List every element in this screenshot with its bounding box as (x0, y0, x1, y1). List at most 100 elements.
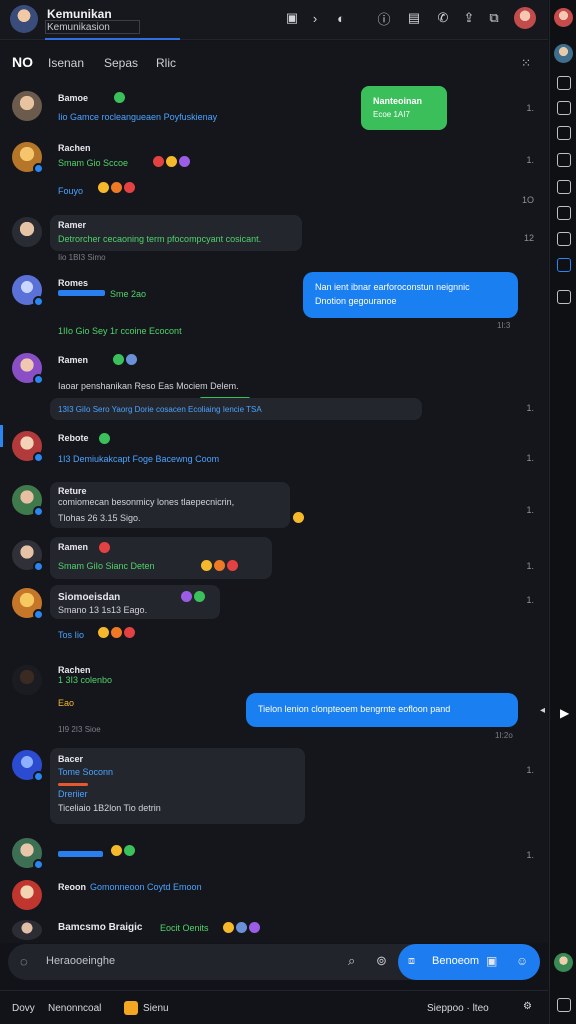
message-text: Tlohas 26 3.15 Sigo. (58, 513, 141, 523)
share-icon[interactable]: ⇪ (460, 9, 478, 27)
message-text: Eao (58, 698, 75, 708)
message-text: Smano 13 1s13 Eago. (58, 605, 148, 615)
bottom-right-label[interactable]: Sieppoo · lteo (427, 1003, 489, 1014)
window-icon[interactable]: ⧉ (485, 9, 503, 27)
scroll-arrow-icon[interactable]: ◂ (540, 705, 545, 716)
settings-icon[interactable]: ⚙ (523, 1001, 532, 1012)
sender-name: Ramen (58, 355, 89, 365)
expand-icon[interactable] (557, 290, 571, 304)
tab-rlic[interactable]: Rlic (156, 56, 176, 70)
app-icon[interactable] (124, 1001, 138, 1015)
reaction-icons[interactable] (112, 353, 138, 365)
bottom-mid2-label[interactable]: Sienu (143, 1003, 169, 1014)
reaction-icons[interactable] (97, 626, 136, 638)
chat-icon[interactable] (557, 998, 571, 1012)
reaction-icons[interactable] (180, 590, 206, 602)
info-icon[interactable]: ⓘ (375, 9, 393, 27)
sender-name: Reture (58, 486, 87, 496)
avatar[interactable] (12, 275, 44, 307)
sender-name: Siomoeisdan (58, 592, 121, 603)
message-count: 1. (526, 765, 534, 775)
message-meta: Iio 1BI3 Simo (58, 253, 106, 262)
avatar[interactable] (12, 920, 42, 940)
bottom-bar: Dovy Nenonncoal Sienu Sieppoo · lteo ⚙ (0, 990, 548, 1024)
avatar[interactable] (12, 485, 44, 517)
bottom-left-label[interactable]: Dovy (12, 1003, 35, 1014)
chat-area[interactable]: Bamoe Iio Gamce rocleangueaen Poyfuskien… (0, 85, 548, 943)
message-text: comiomecan besonmicy lones tlaepecnicrin… (58, 497, 235, 507)
attach-icon[interactable]: ⊚ (376, 953, 387, 969)
profile-avatar[interactable] (10, 5, 38, 33)
avatar[interactable] (554, 8, 573, 27)
send-button[interactable]: ⧈ Benoeom ▣ ☺ (398, 944, 540, 980)
message-count: 1. (526, 155, 534, 165)
mail-icon[interactable] (557, 258, 571, 272)
message-composer[interactable]: ◌ Heraooeinghe ⌕ ⊚ ⧈ Benoeom ▣ ☺ (8, 944, 540, 980)
image-icon[interactable] (557, 153, 571, 167)
avatar[interactable] (554, 953, 573, 972)
format-icon[interactable]: ⧈ (408, 955, 415, 968)
reaction-icons[interactable] (110, 844, 136, 856)
play-icon[interactable]: ▶ (560, 706, 569, 720)
progress-bar (58, 783, 88, 786)
message-text: 1IIo Gio Sey 1r ccoine Ecocont (58, 326, 182, 336)
selection-indicator (0, 425, 3, 447)
reaction-icons[interactable] (200, 559, 239, 571)
avatar[interactable] (12, 588, 44, 620)
message-count: 1. (526, 403, 534, 413)
outgoing-message[interactable]: Nan ient ibnar earforoconstun neignnic D… (303, 272, 518, 318)
outgoing-text: Nanteoinan (373, 96, 423, 106)
message-text: Iio Gamce rocleangueaen Poyfuskienay (58, 112, 218, 122)
avatar[interactable] (12, 353, 44, 385)
avatar[interactable] (12, 750, 44, 782)
avatar[interactable] (12, 838, 44, 870)
reaction-icons[interactable] (222, 921, 261, 933)
online-icon (114, 92, 125, 103)
outgoing-message[interactable]: Tielon lenion clonpteoem bengrnte eofloo… (246, 693, 518, 727)
message-count: 1. (526, 103, 534, 113)
tab-isenan[interactable]: Isenan (48, 56, 84, 70)
edit-icon[interactable] (557, 206, 571, 220)
avatar[interactable] (12, 665, 42, 695)
message-text: Sme 2ao (110, 289, 147, 299)
chat-icon[interactable]: ◌ (20, 954, 28, 969)
reaction-icon[interactable] (293, 512, 304, 523)
phone-icon[interactable]: ✆ (434, 9, 452, 27)
reaction-icons[interactable] (152, 155, 191, 167)
avatar[interactable] (12, 540, 44, 572)
avatar[interactable] (12, 91, 42, 121)
arrow-icon[interactable]: › (306, 9, 324, 27)
sender-name: Rebote (58, 433, 89, 443)
message-text: Dreriier (58, 789, 88, 799)
avatar[interactable] (12, 880, 42, 910)
tab-sepas[interactable]: Sepas (104, 56, 138, 70)
clipboard-icon[interactable]: ▤ (405, 9, 423, 27)
bookmark-icon[interactable]: ▣ (283, 9, 301, 27)
message-text: Eocit Oenits (160, 923, 209, 933)
collapse-icon[interactable]: ⁙ (521, 56, 531, 70)
message-count: 1. (526, 453, 534, 463)
avatar[interactable] (12, 217, 42, 247)
image-icon[interactable]: ▣ (486, 954, 497, 968)
message-input[interactable]: Heraooeinghe (46, 955, 115, 967)
user-avatar[interactable] (514, 7, 536, 29)
avatar[interactable] (554, 44, 573, 63)
tab-no[interactable]: NO (12, 54, 33, 70)
doc-icon[interactable] (557, 180, 571, 194)
message-bubble[interactable] (50, 215, 302, 251)
emoji-icon[interactable]: ☺ (516, 954, 528, 968)
folder-icon[interactable] (557, 101, 571, 115)
moon-icon[interactable]: ◐ (332, 9, 350, 27)
search-icon[interactable]: ⌕ (348, 953, 355, 969)
avatar[interactable] (12, 431, 44, 463)
reaction-icons[interactable] (97, 181, 136, 193)
outgoing-text: Tielon lenion clonpteoem bengrnte eofloo… (258, 704, 451, 714)
avatar[interactable] (12, 142, 44, 174)
right-sidebar: ▶ (549, 0, 576, 1024)
bottom-mid-label[interactable]: Nenonncoal (48, 1003, 101, 1014)
link-icon[interactable] (557, 76, 571, 90)
chart-icon[interactable] (557, 232, 571, 246)
outgoing-message[interactable]: Nanteoinan Ecoe 1AI7 (361, 86, 447, 130)
sender-name: Bamoe (58, 93, 89, 103)
tag-icon[interactable] (557, 126, 571, 140)
